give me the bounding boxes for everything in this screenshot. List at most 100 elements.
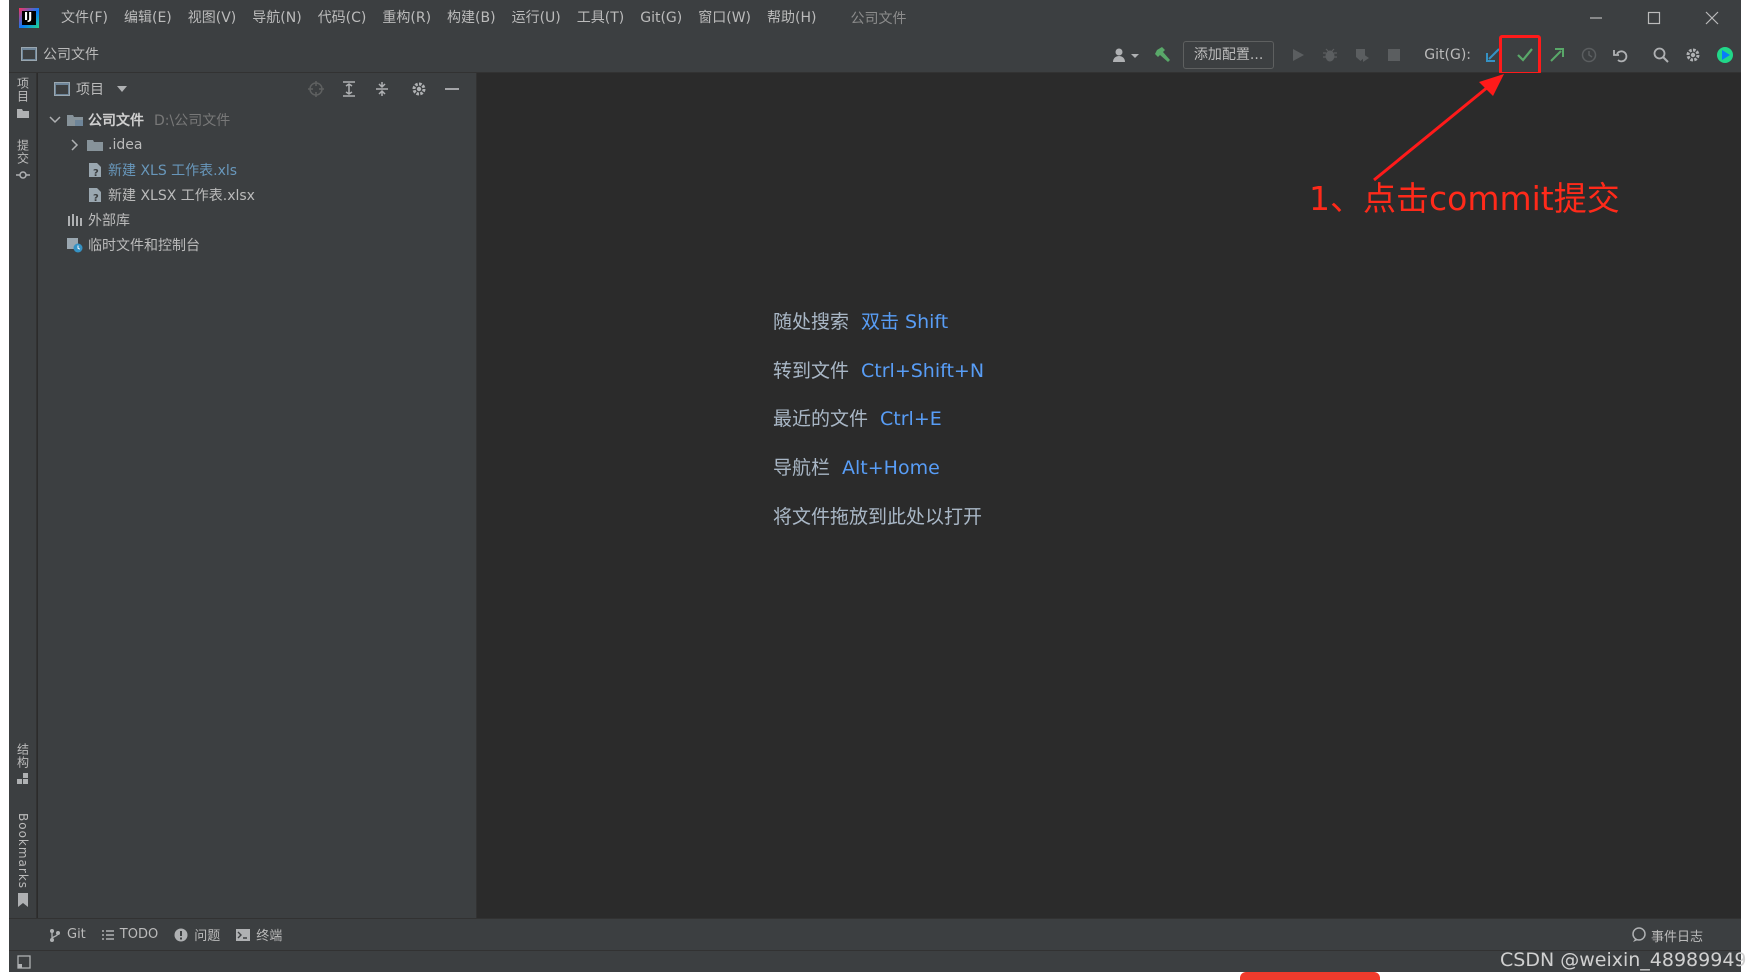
chevron-down-icon[interactable] — [46, 115, 64, 124]
tree-item-label: 新建 XLSX 工作表.xlsx — [108, 187, 255, 204]
tab-project[interactable]: 项目 — [9, 77, 37, 119]
title-bar: IJ 文件(F) 编辑(E) 视图(V) 导航(N) 代码(C) 重构(R) 构… — [9, 0, 1741, 36]
left-tool-stripe: 项目 提交 结构 Bookmarks — [9, 73, 37, 918]
menu-refactor[interactable]: 重构(R) — [374, 0, 439, 36]
hint-shortcut: Ctrl+E — [880, 408, 942, 430]
expand-all-button[interactable] — [332, 73, 365, 105]
undo-icon — [1613, 49, 1628, 62]
user-icon — [1112, 48, 1139, 62]
crosshair-icon — [307, 81, 324, 97]
project-name: 公司文件 — [43, 47, 99, 63]
clock-icon — [1581, 47, 1597, 62]
intellij-logo-icon: IJ — [19, 8, 39, 28]
tab-git-label: Git — [67, 927, 86, 942]
minus-icon — [444, 88, 459, 90]
tree-item-scratches[interactable]: 临时文件和控制台 — [64, 232, 200, 257]
search-icon — [1653, 47, 1669, 63]
menu-navigate[interactable]: 导航(N) — [244, 0, 309, 36]
folder-icon — [84, 138, 106, 152]
play-icon — [1293, 48, 1305, 61]
event-log-label: 事件日志 — [1650, 929, 1703, 945]
tab-git[interactable]: Git — [49, 927, 86, 942]
stop-icon — [1388, 48, 1401, 61]
menu-file[interactable]: 文件(F) — [53, 0, 116, 36]
search-everywhere-button[interactable] — [1645, 40, 1677, 70]
menu-run[interactable]: 运行(U) — [504, 0, 569, 36]
menu-help[interactable]: 帮助(H) — [759, 0, 824, 36]
tree-item-xlsx[interactable]: ? 新建 XLSX 工作表.xlsx — [84, 182, 255, 207]
stop-button[interactable] — [1378, 40, 1410, 70]
code-with-me-icon — [1717, 46, 1733, 63]
bookmark-icon — [18, 893, 28, 908]
hide-panel-button[interactable] — [435, 73, 468, 105]
background-red-shape — [1240, 972, 1380, 980]
tab-bookmarks-label: Bookmarks — [16, 813, 30, 890]
collapse-all-button[interactable] — [365, 73, 398, 105]
menu-code[interactable]: 代码(C) — [310, 0, 375, 36]
git-history-button[interactable] — [1573, 40, 1605, 70]
coverage-button[interactable] — [1346, 40, 1378, 70]
library-icon — [64, 213, 86, 227]
tab-commit-label: 提交 — [15, 139, 30, 165]
project-folder-icon — [21, 47, 37, 61]
debug-button[interactable] — [1314, 40, 1346, 70]
scratch-console-icon — [64, 237, 86, 253]
menu-edit[interactable]: 编辑(E) — [116, 0, 180, 36]
tree-item-xls[interactable]: ? 新建 XLS 工作表.xls — [84, 157, 237, 182]
menu-git[interactable]: Git(G) — [632, 0, 690, 36]
hint-recent-files: 最近的文件 Ctrl+E — [773, 404, 942, 431]
project-view-selector[interactable]: 项目 — [54, 79, 128, 99]
code-with-me-button[interactable] — [1709, 40, 1741, 70]
run-button[interactable] — [1282, 40, 1314, 70]
add-configuration-button[interactable]: 添加配置... — [1182, 40, 1275, 69]
gear-icon — [412, 82, 425, 96]
git-rollback-button[interactable] — [1605, 40, 1637, 70]
git-push-button[interactable] — [1541, 40, 1573, 70]
menu-build[interactable]: 构建(B) — [439, 0, 504, 36]
tab-todo[interactable]: TODO — [101, 927, 159, 942]
hint-shortcut: Ctrl+Shift+N — [861, 360, 985, 382]
event-log-button[interactable]: 事件日志 — [1631, 919, 1703, 951]
chevron-right-icon[interactable] — [66, 138, 84, 151]
tab-terminal-label: 终端 — [256, 929, 283, 944]
tab-problems-label: 问题 — [194, 929, 221, 944]
locate-file-button[interactable] — [299, 73, 332, 105]
panel-options-button[interactable] — [402, 73, 435, 105]
build-button[interactable] — [1147, 40, 1179, 70]
tab-bookmarks[interactable]: Bookmarks — [9, 813, 37, 908]
project-breadcrumb[interactable]: 公司文件 — [21, 44, 99, 64]
list-icon — [101, 929, 114, 940]
tab-structure[interactable]: 结构 — [9, 743, 37, 785]
hint-drop-files: 将文件拖放到此处以打开 — [773, 502, 982, 529]
project-view-icon — [54, 82, 70, 96]
tree-item-external-libraries[interactable]: 外部库 — [64, 207, 130, 232]
bug-icon — [1323, 48, 1338, 61]
tree-item-idea[interactable]: .idea — [66, 132, 142, 157]
tree-item-label: 外部库 — [88, 212, 130, 229]
arrow-up-right-icon — [1550, 47, 1564, 62]
unknown-file-icon: ? — [84, 187, 106, 203]
structure-icon — [17, 773, 28, 784]
maximize-button[interactable] — [1625, 0, 1683, 36]
tab-todo-label: TODO — [119, 927, 159, 942]
tree-item-label: 临时文件和控制台 — [88, 237, 200, 254]
tab-project-label: 项目 — [15, 77, 30, 103]
settings-button[interactable] — [1677, 40, 1709, 70]
menu-tools[interactable]: 工具(T) — [569, 0, 632, 36]
minimize-button[interactable] — [1567, 0, 1625, 36]
hint-text: 最近的文件 — [773, 408, 869, 430]
toggle-tool-windows-icon[interactable] — [17, 955, 31, 969]
tab-problems[interactable]: 问题 — [174, 925, 220, 944]
user-account-button[interactable] — [1105, 40, 1147, 70]
tree-item-project-root[interactable]: 公司文件 D:\公司文件 — [46, 107, 230, 132]
toolbar-actions: 添加配置... Git(G): — [1105, 36, 1741, 73]
svg-text:?: ? — [93, 193, 99, 203]
tab-terminal[interactable]: 终端 — [236, 925, 282, 944]
menu-view[interactable]: 视图(V) — [180, 0, 245, 36]
info-icon — [174, 928, 188, 941]
collapse-all-icon — [375, 82, 388, 96]
menu-window[interactable]: 窗口(W) — [690, 0, 759, 36]
git-branch-icon — [50, 928, 60, 942]
close-button[interactable] — [1683, 0, 1741, 36]
tab-commit[interactable]: 提交 — [9, 139, 37, 181]
